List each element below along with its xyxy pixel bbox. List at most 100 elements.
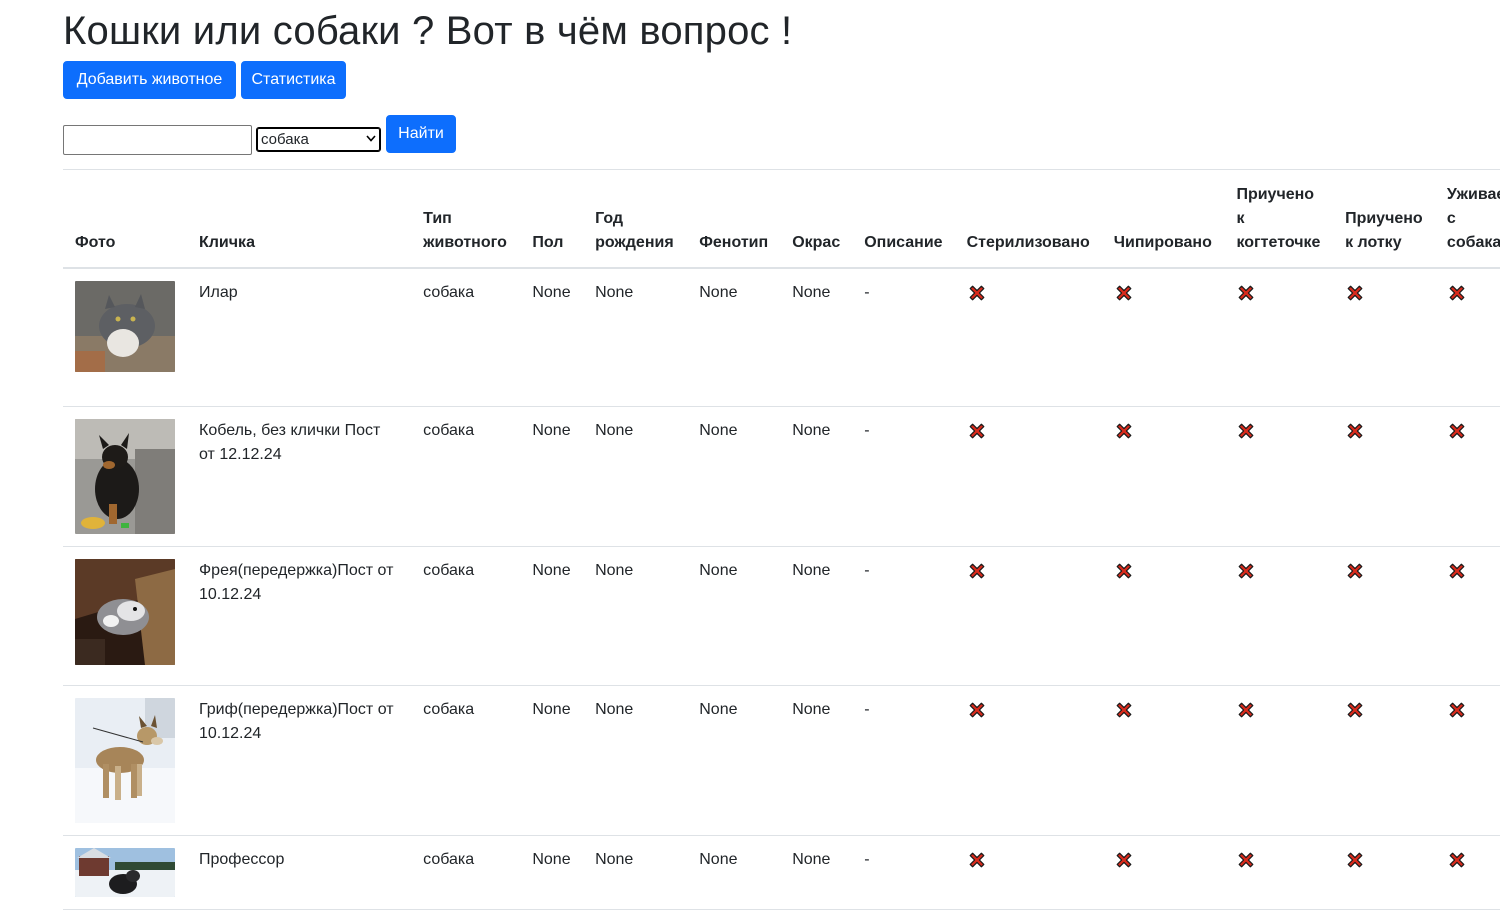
page-container: Кошки или собаки ? Вот в чём вопрос ! До… <box>63 0 1500 910</box>
cross-mark-icon <box>1114 421 1134 441</box>
table-row[interactable]: Фрея(передержка)Пост от 10.12.24 собака No… <box>63 546 1500 686</box>
cross-mark-icon <box>967 421 987 441</box>
cell-sex: None <box>520 267 584 407</box>
animals-table: Фото Кличка Тип животного Пол Год рождения… <box>63 169 1500 910</box>
cell-phenotype: None <box>687 267 781 407</box>
table-row[interactable]: Илар собака None None None None - <box>63 267 1500 407</box>
gray-cat-photo[interactable] <box>75 280 175 372</box>
statistics-button[interactable]: Статистика <box>241 61 346 99</box>
cross-mark-icon <box>1236 700 1256 720</box>
cross-mark-icon <box>1447 283 1467 303</box>
header-photo: Фото <box>75 233 116 251</box>
cell-year: None <box>583 685 688 836</box>
cross-mark-icon <box>1447 700 1467 720</box>
cross-mark-icon <box>1345 561 1365 581</box>
cell-chipped <box>1101 835 1225 910</box>
table-body: Илар собака None None None None - Кобель, без к… <box>63 267 1500 910</box>
cross-mark-icon <box>967 700 987 720</box>
cross-mark-icon <box>1114 700 1134 720</box>
cell-gets-along-dogs <box>1434 685 1500 836</box>
cell-scratching-post <box>1224 546 1334 686</box>
cross-mark-icon <box>967 561 987 581</box>
cell-phenotype: None <box>687 835 781 910</box>
search-input[interactable] <box>63 125 252 155</box>
animal-type-select[interactable]: собака <box>256 127 381 152</box>
cross-mark-icon <box>967 283 987 303</box>
cross-mark-icon <box>1114 283 1134 303</box>
header-color: Окрас <box>792 233 841 251</box>
cell-name: Фрея(передержка)Пост от 10.12.24 <box>187 546 412 686</box>
table-row[interactable]: Кобель, без клички Пост от 12.12.24 собак… <box>63 406 1500 547</box>
cell-description: - <box>852 685 955 836</box>
cell-scratching-post <box>1224 835 1334 910</box>
cell-sterilized <box>954 685 1102 836</box>
wolfdog-in-snow-photo[interactable] <box>75 698 175 823</box>
cell-year: None <box>583 267 688 407</box>
header-description: Описание <box>864 233 943 251</box>
cell-chipped <box>1101 267 1225 407</box>
cell-scratching-post <box>1224 406 1334 547</box>
header-year: Год рождения <box>583 170 687 268</box>
cell-sex: None <box>520 546 584 686</box>
cell-description: - <box>852 546 955 686</box>
header-phenotype: Фенотип <box>699 233 769 251</box>
action-bar: Добавить животное Статистика <box>63 61 1500 99</box>
cross-mark-icon <box>1345 700 1365 720</box>
cross-mark-icon <box>1447 561 1467 581</box>
cell-name: Кобель, без клички Пост от 12.12.24 <box>187 406 412 547</box>
cross-mark-icon <box>1447 850 1467 870</box>
cell-gets-along-dogs <box>1434 267 1500 407</box>
cell-phenotype: None <box>687 546 781 686</box>
cell-name: Гриф(передержка)Пост от 10.12.24 <box>187 685 412 836</box>
cell-sterilized <box>954 546 1102 686</box>
cell-gets-along-dogs <box>1434 835 1500 910</box>
cell-year: None <box>583 546 688 686</box>
table-header-row: Фото Кличка Тип животного Пол Год рождения… <box>63 169 1500 268</box>
cell-color: None <box>780 546 853 686</box>
cell-sterilized <box>954 835 1102 910</box>
cross-mark-icon <box>1114 561 1134 581</box>
cell-photo <box>63 546 187 686</box>
cell-photo <box>63 267 187 407</box>
cell-type: собака <box>411 685 521 836</box>
header-claw-line1: Приучено <box>1236 185 1315 203</box>
cell-year: None <box>583 406 688 547</box>
cell-color: None <box>780 835 853 910</box>
cross-mark-icon <box>1345 850 1365 870</box>
cross-mark-icon <box>1236 421 1256 441</box>
table-row[interactable]: Профессор собака None None None None - <box>63 835 1500 910</box>
cross-mark-icon <box>1236 561 1256 581</box>
add-animal-button[interactable]: Добавить животное <box>63 61 236 99</box>
header-tray-line2: к лотку <box>1345 233 1402 251</box>
cell-chipped <box>1101 685 1225 836</box>
black-tan-puppy-photo[interactable] <box>75 419 175 534</box>
cell-gets-along-dogs <box>1434 406 1500 547</box>
chevron-down-icon <box>366 134 376 145</box>
cell-description: - <box>852 406 955 547</box>
cell-phenotype: None <box>687 406 781 547</box>
header-sex: Пол <box>532 233 564 251</box>
cross-mark-icon <box>1345 421 1365 441</box>
cell-type: собака <box>411 546 521 686</box>
header-type-line1: Тип <box>423 209 452 227</box>
cell-sterilized <box>954 267 1102 407</box>
dog-snow-house-photo[interactable] <box>75 848 175 897</box>
cell-sex: None <box>520 835 584 910</box>
cell-chipped <box>1101 546 1225 686</box>
header-type: Тип животного <box>411 170 520 268</box>
header-tray-line1: Приучено <box>1345 209 1423 227</box>
animal-type-select-value: собака <box>261 131 309 148</box>
cell-litter-tray <box>1333 685 1435 836</box>
cell-year: None <box>583 835 688 910</box>
page-title: Кошки или собаки ? Вот в чём вопрос ! <box>63 9 793 53</box>
cell-name: Профессор <box>187 835 412 910</box>
find-button[interactable]: Найти <box>386 115 456 153</box>
header-year-line1: Год <box>595 209 624 227</box>
cell-photo <box>63 685 187 836</box>
table-row[interactable]: Гриф(передержка)Пост от 10.12.24 собака No… <box>63 685 1500 836</box>
cell-litter-tray <box>1333 546 1435 686</box>
husky-in-box-photo[interactable] <box>75 559 175 665</box>
header-claw-line3: когтеточке <box>1236 233 1321 251</box>
cross-mark-icon <box>967 850 987 870</box>
header-dogs-line2: с <box>1446 209 1456 227</box>
